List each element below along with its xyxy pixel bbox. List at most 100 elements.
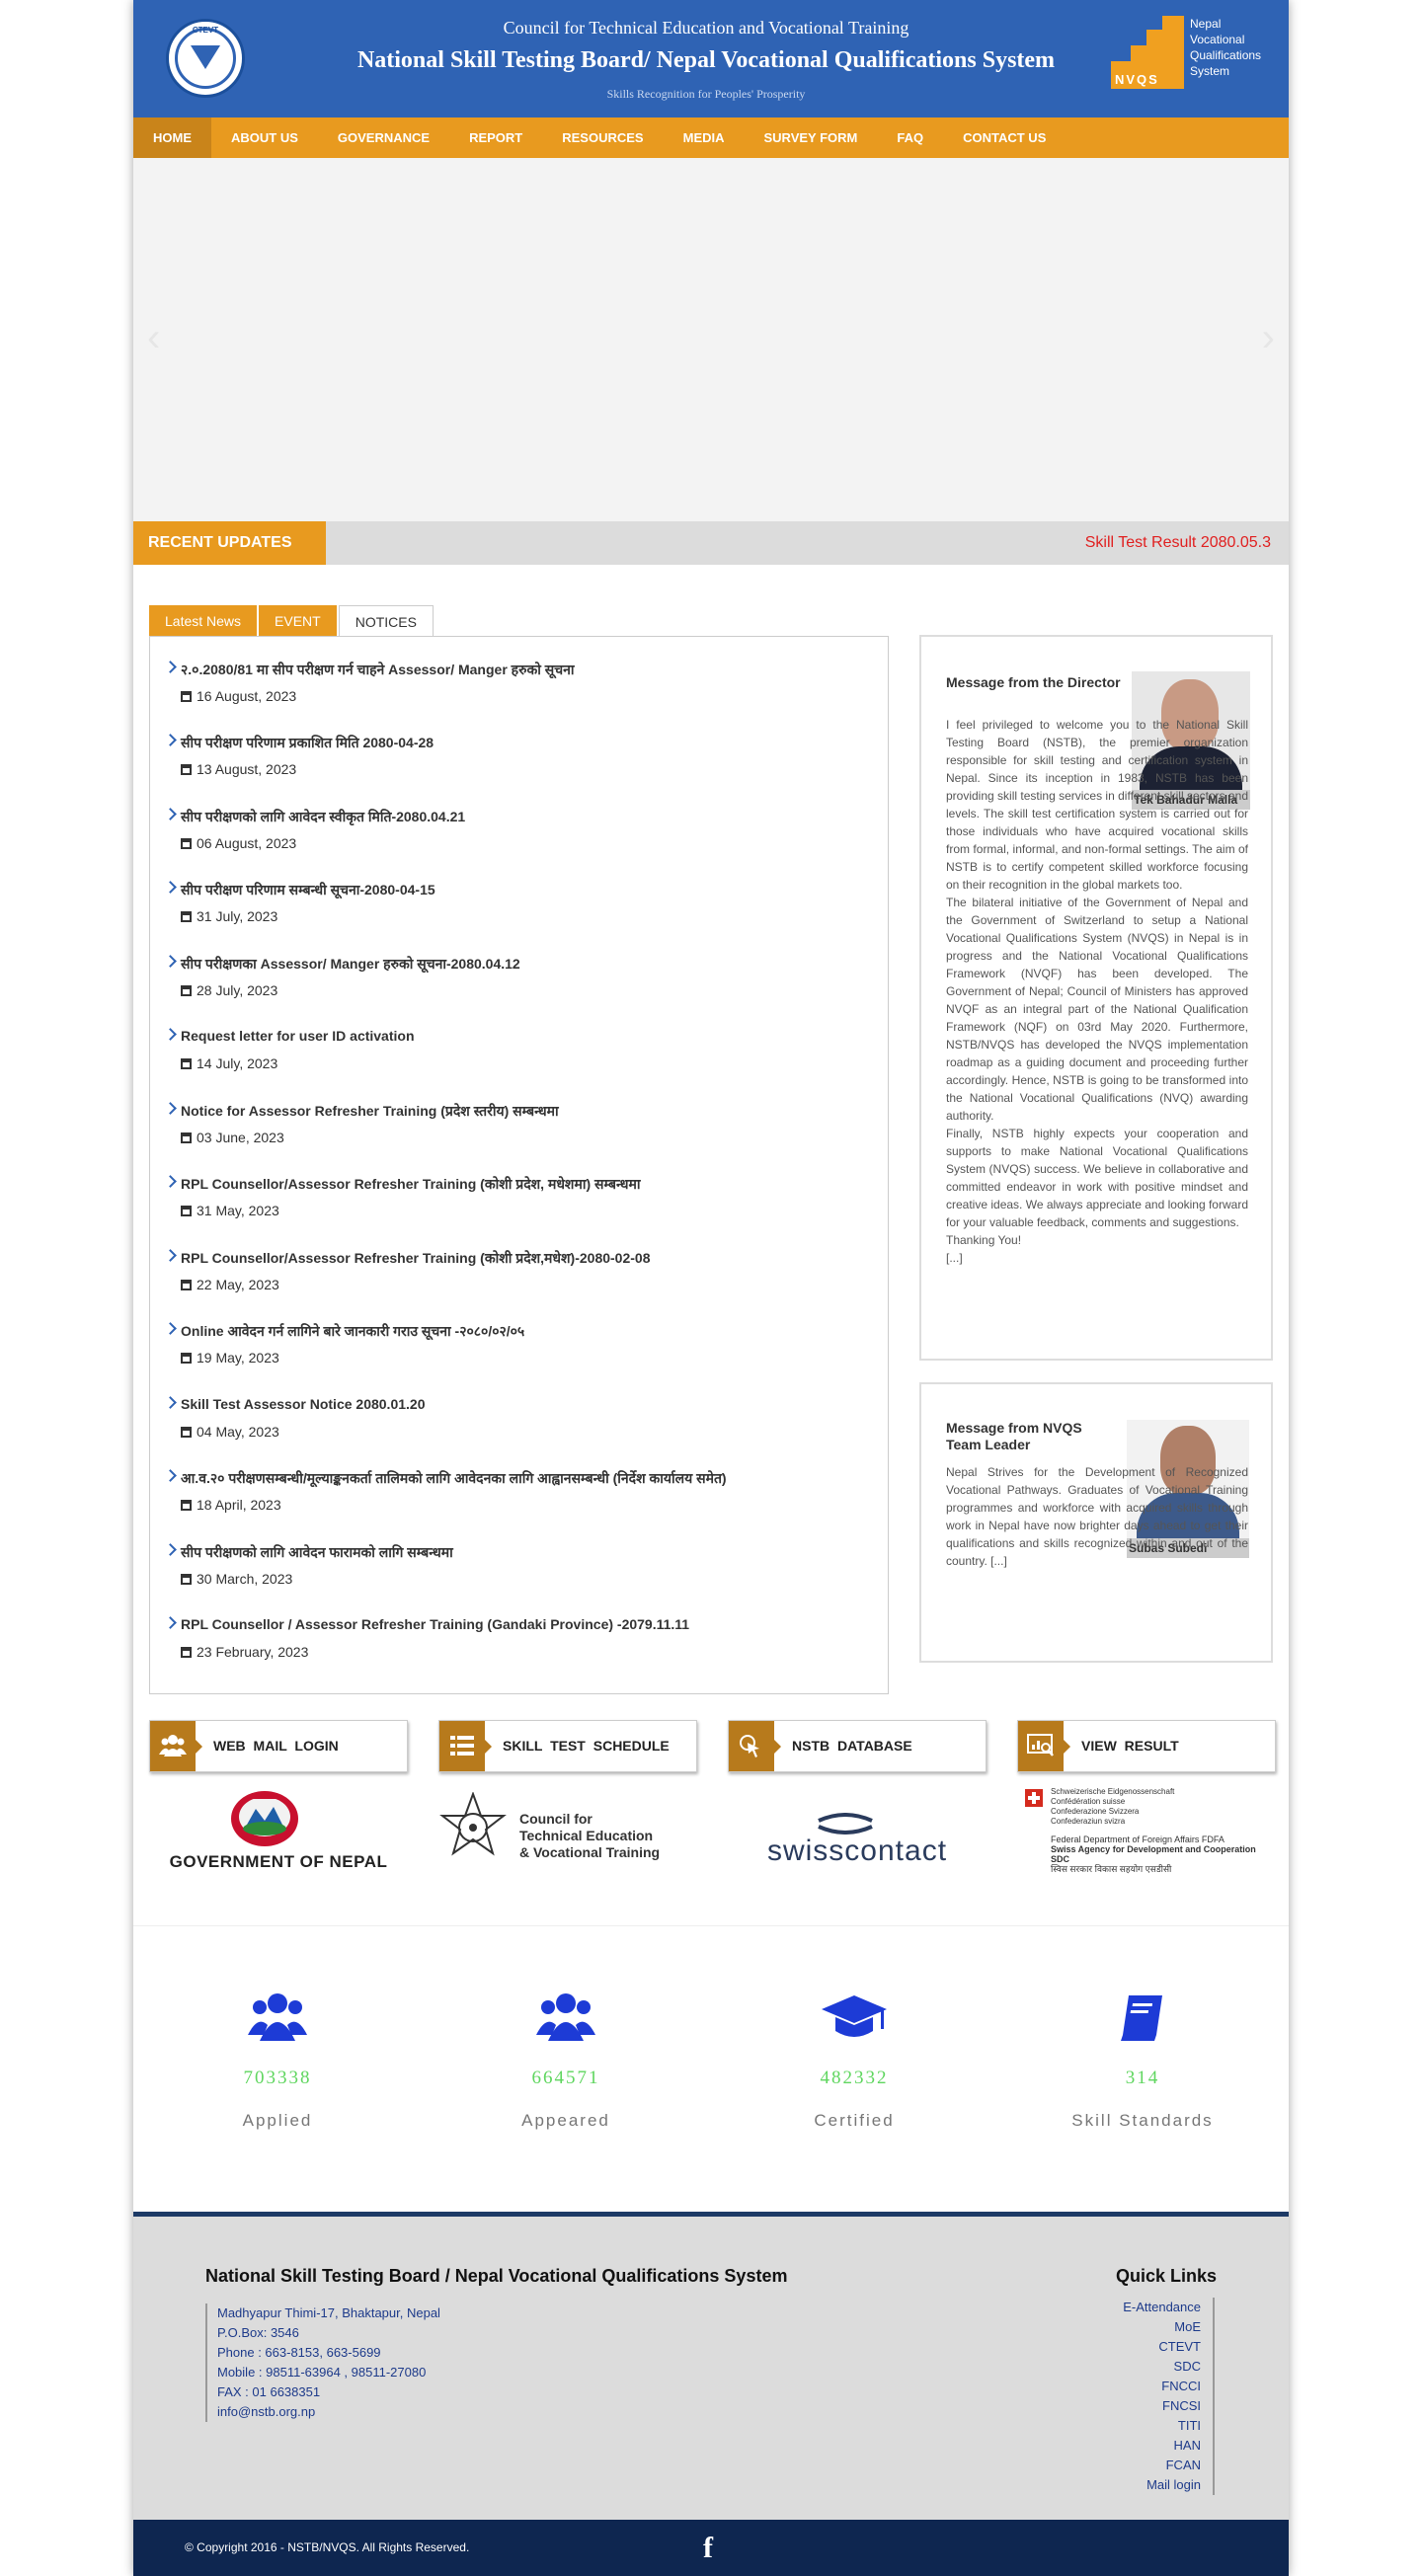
chevron-right-icon	[164, 1543, 177, 1556]
view-result-button[interactable]: VIEW RESULT	[1017, 1720, 1276, 1772]
news-title[interactable]: RPL Counsellor / Assessor Refresher Trai…	[181, 1616, 689, 1632]
news-title[interactable]: सीप परीक्षणका Assessor/ Manger हरुको सूच…	[181, 955, 520, 974]
tab-event[interactable]: EVENT	[259, 605, 337, 637]
news-date: 16 August, 2023	[181, 688, 296, 704]
nav-report[interactable]: REPORT	[449, 117, 542, 158]
ctevt-star-icon	[439, 1792, 507, 1856]
government-of-nepal-label: GOVERNMENT OF NEPAL	[169, 1852, 388, 1871]
stat-skill-standards-value: 314	[1125, 2068, 1160, 2088]
stat-appeared-value: 664571	[531, 2068, 600, 2088]
ctevt-partner-logo[interactable]: Council for Technical Education & Vocati…	[438, 1787, 697, 1876]
quick-link[interactable]: Mail login	[1123, 2475, 1201, 2495]
news-date-text: 16 August, 2023	[197, 688, 297, 704]
pointer-click-icon	[729, 1721, 781, 1771]
government-of-nepal-logo[interactable]: GOVERNMENT OF NEPAL	[149, 1787, 408, 1876]
news-title[interactable]: RPL Counsellor/Assessor Refresher Traini…	[181, 1175, 641, 1194]
nav-contact-us[interactable]: CONTACT US	[943, 117, 1066, 158]
nav-about-us[interactable]: ABOUT US	[211, 117, 318, 158]
web-mail-login-button[interactable]: WEB MAIL LOGIN	[149, 1720, 408, 1772]
nav-resources[interactable]: RESOURCES	[542, 117, 663, 158]
nav-media[interactable]: MEDIA	[664, 117, 745, 158]
calendar-icon	[181, 1574, 192, 1585]
stat-certified-value: 482332	[820, 2068, 889, 2088]
swisscontact-logo[interactable]: swisscontact	[728, 1787, 987, 1876]
quick-link[interactable]: E-Attendance	[1123, 2298, 1201, 2317]
email-link[interactable]: info@nstb.org.np	[217, 2402, 440, 2422]
quick-link[interactable]: FNCCI	[1123, 2377, 1201, 2396]
news-date: 14 July, 2023	[181, 1055, 277, 1071]
news-title[interactable]: सीप परीक्षण परिणाम सम्बन्धी सूचना-2080-0…	[181, 881, 435, 899]
news-title[interactable]: सीप परीक्षणको लागि आवेदन फारामको लागि सम…	[181, 1543, 453, 1562]
news-title[interactable]: २.०.2080/81 मा सीप परीक्षण गर्न चाहने As…	[181, 661, 574, 679]
leader-body[interactable]: Nepal Strives for the Development of Rec…	[946, 1463, 1248, 1570]
news-title[interactable]: Online आवेदन गर्न लागिने बारे जानकारी गर…	[181, 1322, 524, 1341]
chevron-right-icon[interactable]: ›	[1262, 316, 1275, 360]
news-title[interactable]: Skill Test Assessor Notice 2080.01.20	[181, 1396, 425, 1412]
news-title[interactable]: सीप परीक्षण परिणाम प्रकाशित मिति 2080-04…	[181, 734, 434, 752]
calendar-icon	[181, 764, 192, 775]
news-tabs: Latest News EVENT NOTICES	[149, 605, 435, 637]
news-date-text: 14 July, 2023	[197, 1055, 278, 1071]
chevron-right-icon	[164, 1322, 177, 1335]
graduation-cap-icon	[822, 1995, 887, 2037]
news-date-text: 23 February, 2023	[197, 1644, 309, 1660]
news-date-text: 03 June, 2023	[197, 1130, 284, 1145]
tab-notices[interactable]: NOTICES	[338, 605, 434, 637]
skill-test-schedule-button[interactable]: SKILL TEST SCHEDULE	[438, 1720, 697, 1772]
quick-link[interactable]: HAN	[1123, 2436, 1201, 2456]
chevron-right-icon	[164, 661, 177, 673]
nav-survey-form[interactable]: SURVEY FORM	[745, 117, 878, 158]
sdc-line: Confederazione Svizzera	[1051, 1807, 1140, 1816]
news-date: 03 June, 2023	[181, 1130, 284, 1145]
news-title[interactable]: Request letter for user ID activation	[181, 1028, 415, 1044]
web-mail-login-label: WEB MAIL LOGIN	[213, 1738, 339, 1754]
news-date: 13 August, 2023	[181, 761, 296, 777]
swisscontact-swoosh-icon	[818, 1813, 873, 1834]
calendar-icon	[181, 1132, 192, 1143]
news-title[interactable]: सीप परीक्षणको लागि आवेदन स्वीकृत मिति-20…	[181, 808, 465, 826]
stat-appeared: 664571 Appeared	[422, 1990, 710, 2131]
tab-latest-news[interactable]: Latest News	[149, 605, 258, 637]
quick-link[interactable]: FCAN	[1123, 2456, 1201, 2475]
calendar-icon	[181, 1427, 192, 1438]
sdc-line: Confédération suisse	[1051, 1797, 1126, 1806]
nav-home[interactable]: HOME	[133, 117, 211, 158]
quick-link[interactable]: SDC	[1123, 2357, 1201, 2377]
list-icon	[439, 1721, 492, 1771]
sdc-logo[interactable]: Schweizerische Eidgenossenschaft Confédé…	[1017, 1787, 1276, 1876]
news-date-text: 04 May, 2023	[197, 1424, 279, 1440]
ctevt-partner-text: Council for Technical Education & Vocati…	[519, 1811, 660, 1861]
nvqs-logo[interactable]: NVQS Nepal Vocational Qualifications Sys…	[1111, 16, 1269, 89]
quick-link[interactable]: CTEVT	[1123, 2337, 1201, 2357]
recent-updates-ticker[interactable]: Skill Test Result 2080.05.3	[1085, 521, 1271, 565]
news-title[interactable]: RPL Counsellor/Assessor Refresher Traini…	[181, 1249, 651, 1268]
copyright-text: © Copyright 2016 - NSTB/NVQS. All Rights…	[185, 2540, 470, 2554]
nepal-emblem-icon	[231, 1791, 298, 1846]
nav-faq[interactable]: FAQ	[877, 117, 943, 158]
chevron-left-icon[interactable]: ‹	[147, 316, 160, 360]
address-line: Mobile : 98511-63964 , 98511-27080	[217, 2365, 427, 2380]
facebook-icon[interactable]: f	[703, 2532, 713, 2565]
director-thanks: Thanking You!	[946, 1233, 1022, 1247]
stat-skill-standards: 314 Skill Standards	[998, 1990, 1287, 2131]
sdc-line: Confederaziun svizra	[1051, 1817, 1126, 1826]
quick-link[interactable]: MoE	[1123, 2317, 1201, 2337]
news-date-text: 13 August, 2023	[197, 761, 297, 777]
stat-skill-standards-label: Skill Standards	[1071, 2111, 1214, 2130]
quick-link[interactable]: TITI	[1123, 2416, 1201, 2436]
stats-divider	[133, 1925, 1289, 1926]
calendar-icon	[181, 985, 192, 996]
director-read-more[interactable]: [...]	[946, 1249, 1248, 1267]
ctevt-logo[interactable]: CTEVT	[166, 19, 245, 98]
news-title[interactable]: आ.व.२० परीक्षणसम्बन्धी/मूल्याङ्कनकर्ता त…	[181, 1469, 727, 1488]
chart-search-icon	[1018, 1721, 1070, 1771]
header-site-title: National Skill Testing Board/ Nepal Voca…	[356, 47, 1056, 73]
calendar-icon	[181, 1280, 192, 1290]
nav-governance[interactable]: GOVERNANCE	[318, 117, 449, 158]
news-title[interactable]: Notice for Assessor Refresher Training (…	[181, 1102, 559, 1121]
nstb-database-button[interactable]: NSTB DATABASE	[728, 1720, 987, 1772]
swiss-flag-icon	[1025, 1789, 1043, 1807]
news-date: 31 May, 2023	[181, 1203, 279, 1218]
recent-updates-label: RECENT UPDATES	[133, 521, 326, 565]
quick-link[interactable]: FNCSI	[1123, 2396, 1201, 2416]
